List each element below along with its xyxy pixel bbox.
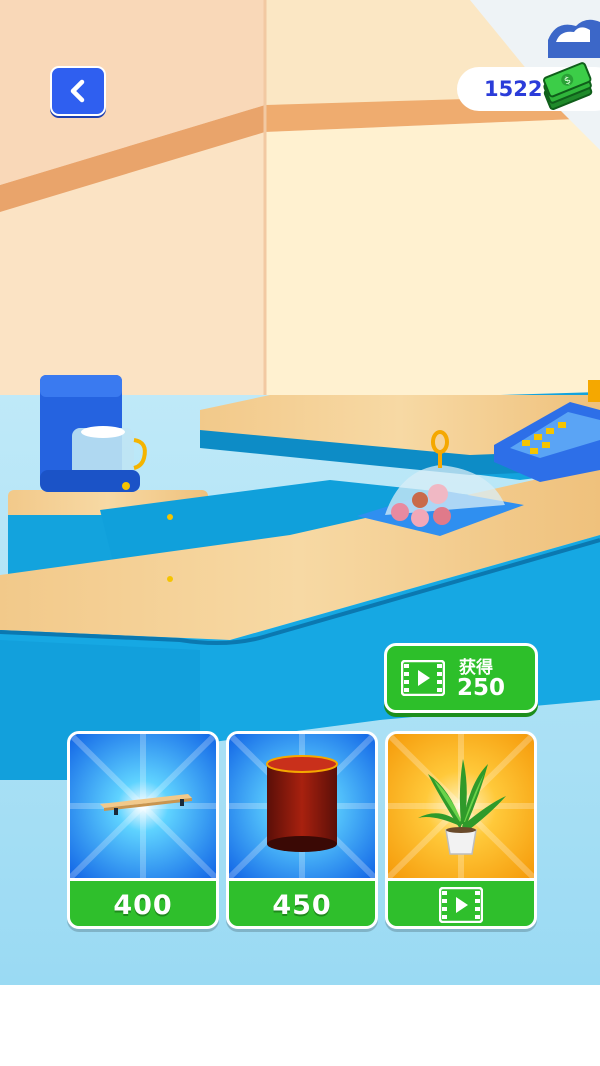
money-value: 1522 [484,77,543,101]
red-stool-image [229,734,375,878]
shop-item-red-stool[interactable]: 450 [226,731,378,929]
red-stool-price-bar: 450 [229,878,375,926]
potted-plant-price-bar [388,878,534,926]
potted-plant-image [388,734,534,878]
chevron-left-icon [70,79,85,103]
video-icon [401,660,445,696]
video-icon [439,887,483,923]
cash-stack-icon: $ [542,62,593,110]
shelf-image [70,734,216,878]
red-stool-price: 450 [272,889,332,921]
get-reward-button[interactable]: 获得 250 [384,643,538,713]
shelf-price: 400 [113,889,173,921]
shelf-price-bar: 400 [70,878,216,926]
reward-amount: 250 [457,675,506,701]
shop-item-potted-plant[interactable] [385,731,537,929]
back-button[interactable] [50,66,106,116]
shop-item-shelf[interactable]: 400 [67,731,219,929]
